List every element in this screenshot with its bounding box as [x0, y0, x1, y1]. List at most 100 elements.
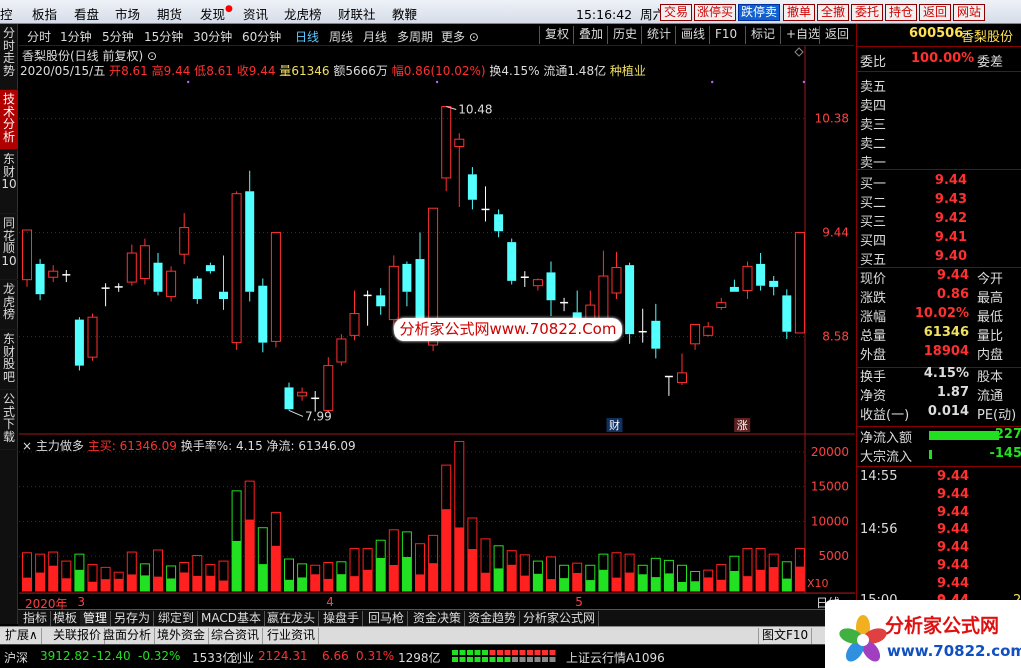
menu-item-news[interactable]: 资讯: [243, 4, 268, 23]
ind-tab[interactable]: 嬴在龙头: [264, 611, 320, 626]
date-axis: 2020年 3 4 5: [19, 593, 855, 611]
candle: [258, 278, 268, 353]
menu-item-market[interactable]: 市场: [115, 4, 140, 23]
volume-bar: [572, 562, 583, 592]
ind-tab[interactable]: 资金趋势: [465, 611, 521, 626]
quote-stat2-row: 净资 1.87 流通: [857, 384, 1021, 404]
trade-button[interactable]: 交易: [660, 4, 692, 21]
period-8[interactable]: 周线: [329, 28, 353, 45]
ind-tab[interactable]: 管理: [80, 611, 112, 626]
period-more[interactable]: 更多 ⊙: [441, 28, 479, 45]
kline-chart[interactable]: 10.38 9.44 8.58 20000 15000 10000 5000 X10 10.…: [19, 46, 855, 636]
tab-dragon-tiger[interactable]: 龙虎榜: [0, 280, 18, 330]
collapse-icon[interactable]: ⊙: [147, 49, 157, 63]
event-badge[interactable]: 财: [606, 418, 623, 432]
ext-tab[interactable]: 关联报价: [50, 628, 106, 644]
candle: [87, 313, 98, 361]
tool-f10[interactable]: F10: [709, 26, 742, 44]
tab-eastmoney-f10[interactable]: 东财10: [0, 150, 18, 214]
website-button[interactable]: 网站: [953, 4, 985, 21]
volume-bar: [87, 564, 98, 592]
candle: [729, 279, 739, 292]
graphic-f10-button[interactable]: 图文F10: [758, 628, 813, 644]
ext-tab[interactable]: 扩展∧: [2, 628, 42, 644]
ind-tab[interactable]: 另存为: [111, 611, 155, 626]
volume-bar: [585, 564, 596, 592]
ind-tab[interactable]: 操盘手: [320, 611, 364, 626]
candle: [638, 308, 647, 343]
tick-row: 9.44: [857, 539, 1021, 558]
tab-intraday[interactable]: 分时走势: [0, 24, 18, 90]
limit-up-buy-button[interactable]: 涨停买: [694, 4, 736, 21]
volume-bar: [532, 560, 543, 592]
orders-button[interactable]: 委托: [851, 4, 883, 21]
menu-item-futures[interactable]: 期货: [157, 4, 182, 23]
menu-item-cls[interactable]: 财联社: [338, 4, 376, 23]
limit-down-sell-button[interactable]: 跌停卖: [738, 4, 780, 21]
quote-stat-row: 外盘 18904 内盘: [857, 343, 1021, 363]
candle: [153, 253, 163, 296]
stock-name: 香梨股份: [961, 30, 1014, 45]
tool-return[interactable]: 返回: [819, 26, 854, 44]
cy-pct: 0.31%: [356, 649, 395, 663]
diamond-icon[interactable]: [794, 47, 804, 57]
tab-ths-f10[interactable]: 同花顺10: [0, 214, 18, 280]
period-2[interactable]: 1分钟: [60, 28, 92, 45]
period-6[interactable]: 60分钟: [242, 28, 281, 45]
logo-text-url: www.70822.com: [887, 642, 1021, 660]
cancel-all-button[interactable]: 全撤: [817, 4, 849, 21]
bid-level-label: 买一: [860, 177, 887, 192]
menu-item-watch[interactable]: 看盘: [74, 4, 99, 23]
ext-tab[interactable]: 境外资金: [154, 628, 210, 644]
ind-tab[interactable]: 分析家公式网: [520, 611, 600, 626]
ext-tab[interactable]: 综合资讯: [208, 628, 264, 644]
ind-tab[interactable]: 指标: [20, 611, 52, 626]
tool-overlay[interactable]: 叠加: [573, 26, 608, 44]
menu-item-control[interactable]: 控: [0, 4, 13, 23]
volume-tick-label: 20000: [811, 445, 849, 459]
fund-flow-row: 大宗流入 -145: [857, 445, 1021, 465]
period-1[interactable]: 分时: [27, 28, 51, 45]
menu-item-dragon-tiger[interactable]: 龙虎榜: [284, 4, 322, 23]
event-dot: [711, 80, 714, 84]
back-button[interactable]: 返回: [919, 4, 951, 21]
ask-level-row: 卖五: [857, 75, 1021, 95]
tool-history[interactable]: 历史: [607, 26, 642, 44]
tool-stats[interactable]: 统计: [641, 26, 676, 44]
period-4[interactable]: 15分钟: [144, 28, 183, 45]
menu-item-teach[interactable]: 教鞭: [392, 4, 417, 23]
ind-tab[interactable]: 绑定到: [155, 611, 199, 626]
tool-mark[interactable]: 标记: [745, 26, 780, 44]
menu-item-index[interactable]: 板指: [32, 4, 57, 23]
ind-tab[interactable]: MACD基本: [198, 611, 265, 626]
period-10[interactable]: 多周期: [397, 28, 433, 45]
event-badge[interactable]: 涨: [734, 418, 751, 432]
candle: [297, 387, 308, 401]
ind-tab[interactable]: 模板: [50, 611, 82, 626]
period-9[interactable]: 月线: [363, 28, 387, 45]
tab-guba[interactable]: 东财股吧: [0, 330, 18, 390]
volume-bar: [100, 566, 111, 592]
tool-draw[interactable]: 画线: [675, 26, 710, 44]
tab-technical[interactable]: 技术分析: [0, 90, 18, 150]
tick-price: 9.44: [937, 522, 970, 538]
cloud-quote-label: 上证云行情A1096: [566, 651, 665, 665]
high-price-label: 10.48: [458, 103, 492, 117]
period-7[interactable]: 日线: [295, 28, 319, 45]
fund-flow-row: 净流入额 -227: [857, 426, 1021, 446]
volume-bar: [153, 549, 163, 592]
period-5[interactable]: 30分钟: [193, 28, 232, 45]
ind-tab[interactable]: 回马枪: [365, 611, 409, 626]
cancel-order-button[interactable]: 撤单: [783, 4, 815, 21]
menu-item-discover[interactable]: 发现●: [200, 4, 233, 23]
tool-adjust[interactable]: 复权: [539, 26, 574, 44]
tab-formula-download[interactable]: 公式下载: [0, 390, 18, 450]
stat-value: 0.86: [936, 287, 969, 302]
indicator-close-icon[interactable]: ×: [22, 439, 32, 453]
ext-tab[interactable]: 行业资讯: [264, 628, 320, 644]
period-3[interactable]: 5分钟: [102, 28, 134, 45]
stat-label: 外盘: [860, 348, 887, 363]
ind-tab[interactable]: 资金决策: [410, 611, 466, 626]
positions-button[interactable]: 持仓: [885, 4, 917, 21]
ext-tab[interactable]: 盘面分析: [100, 628, 156, 644]
